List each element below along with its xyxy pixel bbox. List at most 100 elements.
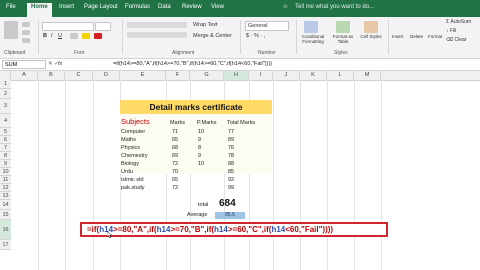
tab-formulas[interactable]: Formulas: [125, 4, 150, 10]
row-header[interactable]: 5: [0, 128, 11, 136]
subject-total[interactable]: 78: [228, 153, 234, 159]
font-name-select[interactable]: [42, 22, 94, 31]
cell-styles-button[interactable]: Cell Styles: [358, 34, 384, 39]
tab-home[interactable]: Home: [27, 3, 52, 17]
subject-pmarks[interactable]: 8: [198, 145, 201, 151]
column-header[interactable]: A: [11, 71, 38, 80]
subject-total[interactable]: 77: [228, 129, 234, 135]
select-all-corner[interactable]: [0, 71, 11, 80]
column-header[interactable]: I: [249, 71, 273, 80]
subject-name[interactable]: Physics: [121, 145, 140, 151]
tab-insert[interactable]: Insert: [59, 4, 74, 10]
format-as-table-icon[interactable]: [336, 21, 350, 33]
tab-file[interactable]: File: [6, 4, 16, 10]
row-header[interactable]: 3: [0, 99, 11, 114]
subject-marks[interactable]: 72: [172, 185, 178, 191]
subject-name[interactable]: islmic std: [121, 177, 144, 183]
row-header[interactable]: 15: [0, 210, 11, 220]
column-header[interactable]: D: [93, 71, 120, 80]
row-header[interactable]: 11: [0, 176, 11, 184]
row-header[interactable]: 4: [0, 114, 11, 128]
pmarks-header[interactable]: P.Marks: [197, 120, 216, 126]
marks-header[interactable]: Marks: [170, 120, 185, 126]
row-header[interactable]: 13: [0, 192, 11, 200]
row-header[interactable]: 16: [0, 220, 11, 240]
row-header[interactable]: 2: [0, 89, 11, 99]
row-header[interactable]: 10: [0, 168, 11, 176]
subjects-header[interactable]: Subjects: [121, 117, 150, 126]
borders-icon[interactable]: [70, 33, 78, 39]
subject-total[interactable]: 76: [228, 145, 234, 151]
format-painter-icon[interactable]: [22, 38, 30, 43]
subject-marks[interactable]: 69: [172, 153, 178, 159]
subject-marks[interactable]: 65: [172, 177, 178, 183]
subject-name[interactable]: Biology: [121, 161, 139, 167]
conditional-formatting-button[interactable]: Conditional Formatting: [300, 34, 326, 44]
subject-marks[interactable]: 65: [172, 137, 178, 143]
subject-total[interactable]: 92: [228, 177, 234, 183]
conditional-formatting-icon[interactable]: [304, 21, 318, 33]
column-header[interactable]: G: [190, 71, 224, 80]
column-header[interactable]: M: [354, 71, 381, 80]
subject-name[interactable]: pak.study: [121, 185, 145, 191]
subject-total[interactable]: 89: [228, 137, 234, 143]
column-header[interactable]: J: [273, 71, 300, 80]
underline-icon[interactable]: U: [58, 33, 62, 39]
name-box[interactable]: SUM: [2, 60, 46, 69]
subject-marks[interactable]: 72: [172, 161, 178, 167]
column-header[interactable]: E: [120, 71, 166, 80]
tell-me-search[interactable]: Tell me what you want to do...: [295, 4, 374, 10]
tab-data[interactable]: Data: [158, 4, 171, 10]
formula-cell-active[interactable]: =if(h14>=80,"A",if(h14>=70,"B",if(h14>=6…: [80, 222, 388, 237]
number-format-select[interactable]: General: [245, 21, 289, 31]
format-button[interactable]: Format: [428, 34, 442, 39]
italic-icon[interactable]: I: [51, 33, 53, 39]
row-header[interactable]: 8: [0, 152, 11, 160]
total-value[interactable]: 684: [219, 198, 236, 209]
subject-name[interactable]: Computer: [121, 129, 145, 135]
row-header[interactable]: 1: [0, 80, 11, 89]
subject-name[interactable]: Maths: [121, 137, 136, 143]
column-header[interactable]: H: [224, 71, 249, 80]
fill-button[interactable]: ↓ Fill: [446, 28, 456, 34]
subject-pmarks[interactable]: 9: [198, 137, 201, 143]
insert-function-button[interactable]: fx: [58, 61, 62, 67]
formula-input[interactable]: =if(h14>=80,"A",if(h14>=70,"B",if(h14>=6…: [113, 61, 272, 67]
row-header[interactable]: 7: [0, 144, 11, 152]
format-as-table-button[interactable]: Format as Table: [330, 34, 356, 44]
copy-icon[interactable]: [22, 30, 30, 35]
row-header[interactable]: 17: [0, 240, 11, 250]
certificate-title[interactable]: Detail marks certificate: [120, 100, 272, 114]
row-header[interactable]: 6: [0, 136, 11, 144]
subject-marks[interactable]: 68: [172, 145, 178, 151]
subject-total[interactable]: 88: [228, 161, 234, 167]
average-value[interactable]: 85.5: [215, 212, 245, 219]
subject-pmarks[interactable]: 10: [198, 129, 204, 135]
clear-button[interactable]: ⌫ Clear: [446, 37, 466, 43]
subject-pmarks[interactable]: 10: [198, 161, 204, 167]
delete-button[interactable]: Delete: [410, 34, 423, 39]
total-label[interactable]: total: [198, 202, 208, 208]
average-label[interactable]: Average: [187, 212, 207, 218]
autosum-button[interactable]: Σ AutoSum: [446, 19, 471, 25]
subject-name[interactable]: Urdu: [121, 169, 133, 175]
subject-pmarks[interactable]: 9: [198, 153, 201, 159]
currency-percent-icons[interactable]: $ · % · ,: [246, 33, 265, 39]
fill-color-icon[interactable]: [82, 33, 90, 39]
alignment-buttons[interactable]: [127, 22, 187, 28]
tab-page-layout[interactable]: Page Layout: [84, 4, 118, 10]
cut-icon[interactable]: [22, 22, 30, 27]
insert-button[interactable]: Insert: [392, 34, 403, 39]
tab-review[interactable]: Review: [182, 4, 202, 10]
column-header[interactable]: L: [327, 71, 354, 80]
merge-center-button[interactable]: Merge & Center: [193, 33, 232, 39]
subject-total[interactable]: 99: [228, 185, 234, 191]
subject-total[interactable]: 85: [228, 169, 234, 175]
font-size-select[interactable]: [95, 22, 111, 31]
row-header[interactable]: 9: [0, 160, 11, 168]
column-header[interactable]: F: [166, 71, 190, 80]
alignment-buttons-row2[interactable]: [127, 32, 187, 38]
column-header[interactable]: B: [38, 71, 65, 80]
cell-styles-icon[interactable]: [364, 21, 378, 33]
column-header[interactable]: K: [300, 71, 327, 80]
